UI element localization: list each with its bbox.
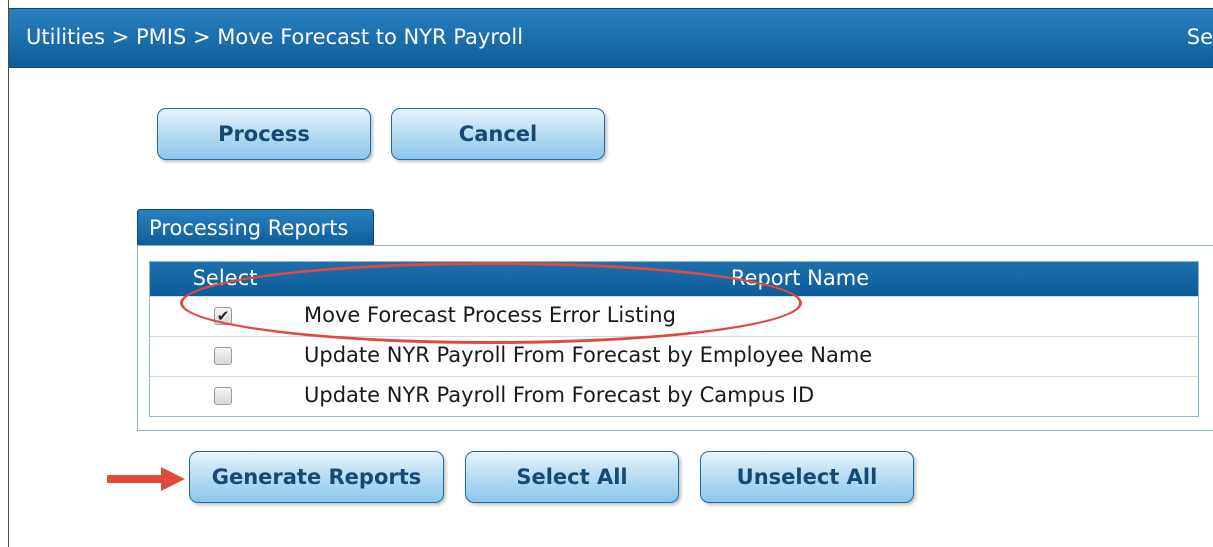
report-checkbox[interactable] xyxy=(214,347,232,365)
cancel-button[interactable]: Cancel xyxy=(391,108,605,160)
report-checkbox[interactable] xyxy=(214,387,232,405)
report-name: Update NYR Payroll From Forecast by Camp… xyxy=(304,383,815,407)
column-header-select: Select xyxy=(192,266,258,290)
unselect-all-button[interactable]: Unselect All xyxy=(700,451,914,503)
process-button[interactable]: Process xyxy=(157,108,371,160)
table-row: Update NYR Payroll From Forecast by Empl… xyxy=(150,336,1198,376)
select-all-button[interactable]: Select All xyxy=(465,451,679,503)
breadcrumb: Utilities > PMIS > Move Forecast to NYR … xyxy=(26,25,524,49)
report-name: Update NYR Payroll From Forecast by Empl… xyxy=(304,343,873,367)
report-name: Move Forecast Process Error Listing xyxy=(304,303,676,327)
table-row: ✔ Move Forecast Process Error Listing xyxy=(150,296,1198,336)
check-icon: ✔ xyxy=(216,307,230,325)
reports-table: Select Report Name ✔ Move Forecast Proce… xyxy=(149,261,1199,417)
left-border xyxy=(0,0,9,547)
processing-reports-tab: Processing Reports xyxy=(137,209,374,246)
header-right-text[interactable]: Se xyxy=(1187,24,1213,50)
report-checkbox[interactable]: ✔ xyxy=(214,307,232,325)
column-header-report-name: Report Name xyxy=(730,266,870,290)
table-header: Select Report Name xyxy=(150,262,1198,296)
table-row: Update NYR Payroll From Forecast by Camp… xyxy=(150,376,1198,416)
arrow-right-icon xyxy=(107,467,185,491)
page: Utilities > PMIS > Move Forecast to NYR … xyxy=(0,0,1213,547)
header-bar: Utilities > PMIS > Move Forecast to NYR … xyxy=(9,8,1213,68)
generate-reports-button[interactable]: Generate Reports xyxy=(189,451,444,503)
